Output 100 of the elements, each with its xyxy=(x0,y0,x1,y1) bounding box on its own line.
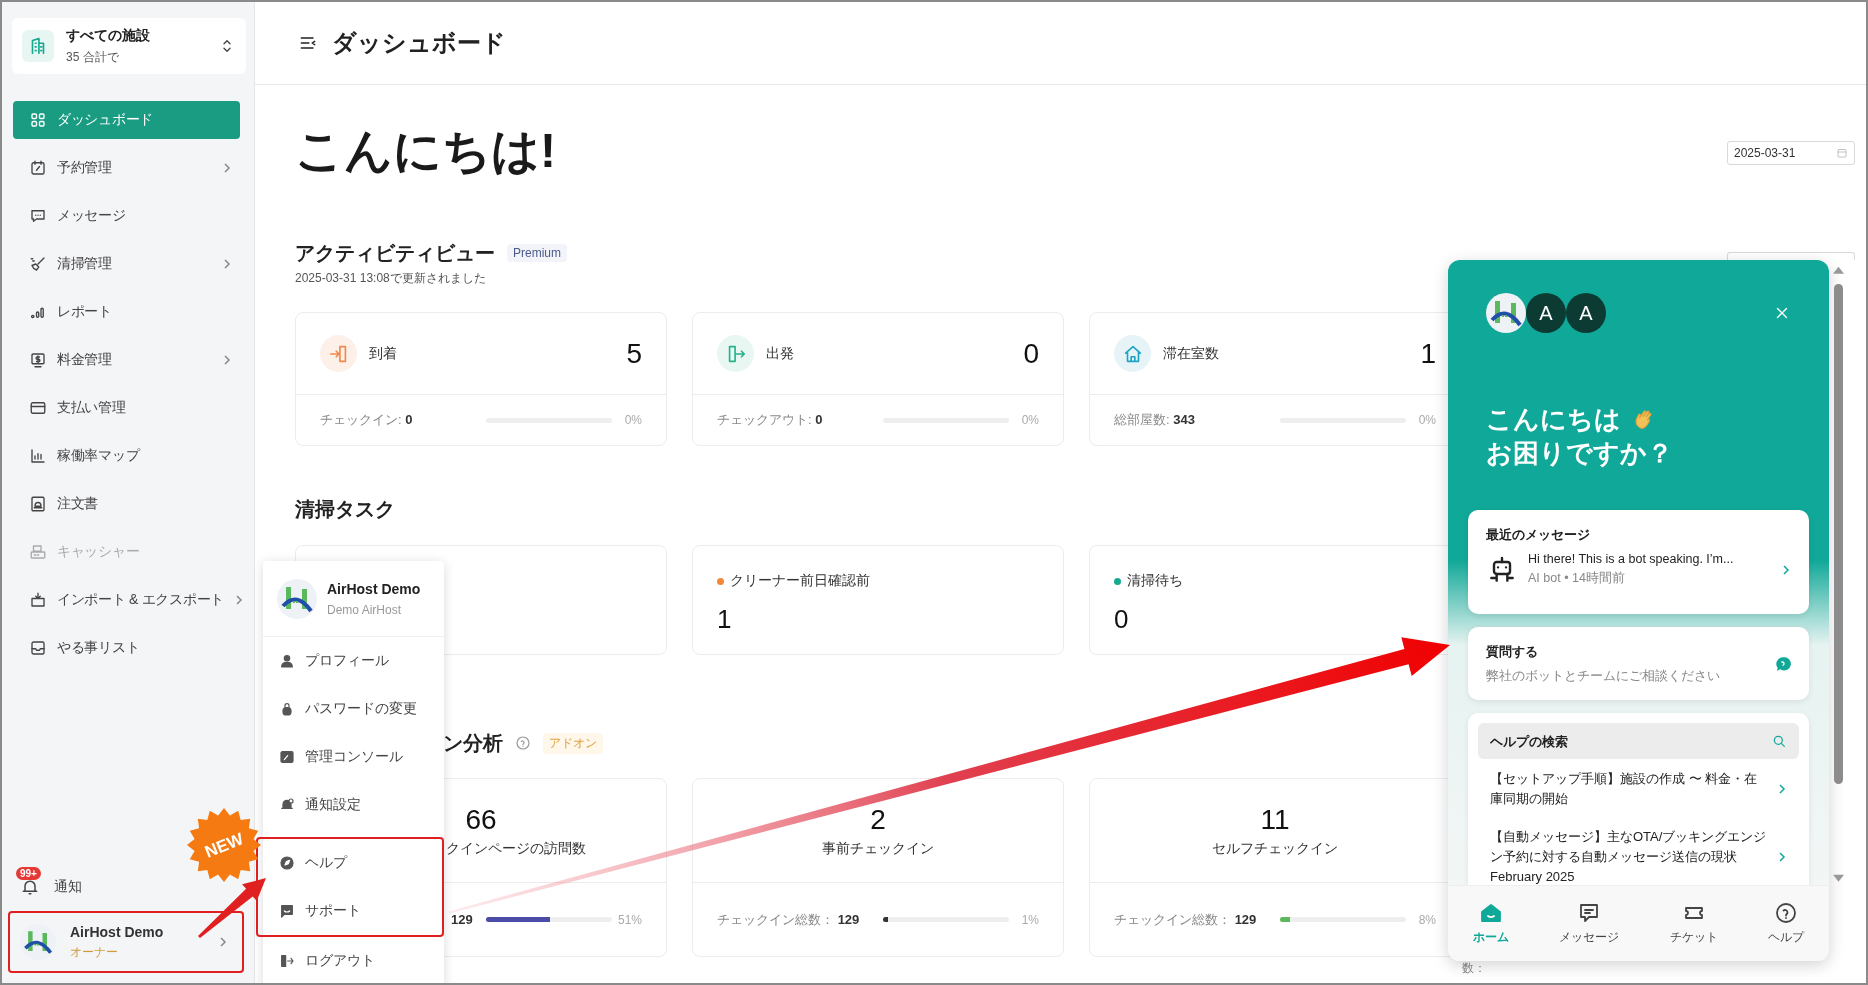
box-icon xyxy=(29,591,47,609)
tray-icon xyxy=(29,639,47,657)
stat-value: 11 xyxy=(1260,803,1290,836)
logo-icon xyxy=(1486,293,1526,333)
nav-item[interactable]: 稼働率マップ xyxy=(13,437,240,475)
home-icon xyxy=(1479,901,1504,925)
addon-badge: アドオン xyxy=(543,732,603,754)
stat-label: セルフチェックイン xyxy=(1212,839,1338,858)
calendar-icon xyxy=(29,159,47,177)
stat-label: 出発 xyxy=(766,344,795,363)
nav-tab[interactable]: チケット xyxy=(1665,897,1722,950)
stat-footer: 129 xyxy=(451,912,486,927)
console-icon xyxy=(279,749,295,765)
help-icon xyxy=(1773,901,1798,925)
nav-item[interactable]: 料金管理 xyxy=(13,341,240,379)
help-article[interactable]: 【自動メッセージ】主なOTA/ブッキングエンジン予約に対する自動メッセージ送信の現状 February 2025 xyxy=(1478,817,1799,885)
nav-item[interactable]: インポート & エクスポート xyxy=(13,581,252,619)
nav-item[interactable]: 支払い管理 xyxy=(13,389,240,427)
chevron-icon xyxy=(222,259,232,269)
section-title: アクティビティビュー xyxy=(295,240,495,266)
nav-item[interactable]: やる事リスト xyxy=(13,629,240,667)
stat-label: 滞在室数 xyxy=(1163,344,1220,363)
nav-item[interactable]: 通知 xyxy=(54,878,82,896)
stat-value: 0 xyxy=(1023,337,1039,370)
user-card[interactable]: AirHost Demo オーナー xyxy=(8,911,244,973)
section-title: ン分析 xyxy=(443,730,503,756)
card-title: 最近のメッセージ xyxy=(1486,526,1591,544)
nav-item[interactable]: 注文書 xyxy=(13,485,240,523)
chat-icon xyxy=(279,903,295,919)
menu-item[interactable]: 管理コンソール xyxy=(263,733,444,781)
menu-item[interactable]: 通知設定 xyxy=(263,781,444,829)
updated-text: 2025-03-31 13:08で更新されました xyxy=(295,270,486,287)
nav-tab[interactable]: ヘルプ xyxy=(1763,897,1808,950)
stat-footer: 数： xyxy=(1462,960,1486,977)
chart-icon xyxy=(29,447,47,465)
nav-item[interactable]: レポート xyxy=(13,293,240,331)
grid-icon xyxy=(29,111,47,129)
nav-item[interactable]: 予約管理 xyxy=(13,149,240,187)
nav-item[interactable]: 清掃管理 xyxy=(13,245,240,283)
chevron-icon xyxy=(1777,852,1787,862)
document-icon xyxy=(29,495,47,513)
greeting-heading: こんにちは xyxy=(1486,403,1621,436)
menu-item[interactable]: プロフィール xyxy=(263,637,444,685)
nav-tab[interactable]: メッセージ xyxy=(1555,897,1624,950)
chevron-icon xyxy=(1781,564,1791,575)
menu-item[interactable]: ログアウト xyxy=(263,937,444,983)
greeting-heading: こんにちは! xyxy=(295,123,556,179)
scroll-up-icon[interactable] xyxy=(1833,266,1844,274)
stat-value: 1 xyxy=(1420,337,1436,370)
user-role: オーナー xyxy=(70,943,119,961)
compass-icon xyxy=(279,855,295,871)
page-title: ダッシュボード xyxy=(332,28,506,58)
question-bubble-icon xyxy=(1775,655,1791,672)
date-field[interactable]: 2025-03-31 xyxy=(1727,141,1855,165)
stat-footer: チェックイン総数： 129 xyxy=(717,910,883,929)
logo-icon xyxy=(20,924,56,960)
stat-value: 66 xyxy=(465,803,497,836)
greeting-heading: お困りですか？ xyxy=(1486,437,1674,470)
task-label: クリーナー前日確認前 xyxy=(730,572,870,590)
account-subtitle: Demo AirHost xyxy=(327,602,403,617)
help-icon xyxy=(515,735,531,751)
ask-question-card[interactable]: 質問する 弊社のボットとチームにご相談ください xyxy=(1468,627,1809,700)
avatar: A xyxy=(1566,293,1606,333)
message-preview[interactable]: Hi there! This is a bot speaking. I’m... AI bot • 14時間前 xyxy=(1486,552,1791,587)
selector-subtitle: 35 合計で xyxy=(66,48,120,66)
help-article[interactable]: 【セットアップ手順】施設の作成 〜 料金・在庫同期の開始 xyxy=(1478,759,1799,817)
broom-icon xyxy=(29,255,47,273)
task-count: 0 xyxy=(1114,604,1130,635)
stat-value: 5 xyxy=(626,337,642,370)
menu-item[interactable]: パスワードの変更 xyxy=(263,685,444,733)
chevron-icon xyxy=(1777,784,1787,794)
person-icon xyxy=(279,653,295,669)
logout-icon xyxy=(279,953,295,969)
logo-icon xyxy=(277,578,317,619)
search-field[interactable]: ヘルプの検索 xyxy=(1478,723,1799,759)
percent-label: 0% xyxy=(1418,413,1436,427)
account-name: AirHost Demo xyxy=(327,580,421,597)
property-selector[interactable]: すべての施設 35 合計で xyxy=(12,18,246,74)
percent-label: 1% xyxy=(1021,912,1039,927)
chevron-icon xyxy=(222,163,232,173)
stat-value: 2 xyxy=(870,803,886,836)
chevron-icon xyxy=(233,595,244,605)
user-name: AirHost Demo xyxy=(70,923,165,940)
stat-footer: チェックイン: 0 xyxy=(320,411,486,429)
plan-badge: Premium xyxy=(507,244,567,262)
calendar-icon xyxy=(1836,147,1848,159)
menu-item[interactable]: ヘルプ xyxy=(263,839,442,887)
scrollbar-thumb[interactable] xyxy=(1834,284,1843,784)
scroll-down-icon[interactable] xyxy=(1833,874,1844,882)
percent-label: 0% xyxy=(1021,413,1039,427)
section-title: 清掃タスク xyxy=(295,496,395,522)
stat-label: 事前チェックイン xyxy=(822,839,934,858)
card-icon xyxy=(29,399,47,417)
percent-label: 51% xyxy=(617,912,642,927)
nav-item[interactable]: メッセージ xyxy=(13,197,240,235)
chat-icon xyxy=(29,207,47,225)
menu-item[interactable]: サポート xyxy=(263,887,442,935)
stat-footer: チェックイン総数： 129 xyxy=(1114,910,1280,929)
chevron-icon xyxy=(218,937,228,947)
task-label: 清掃待ち xyxy=(1127,572,1183,590)
